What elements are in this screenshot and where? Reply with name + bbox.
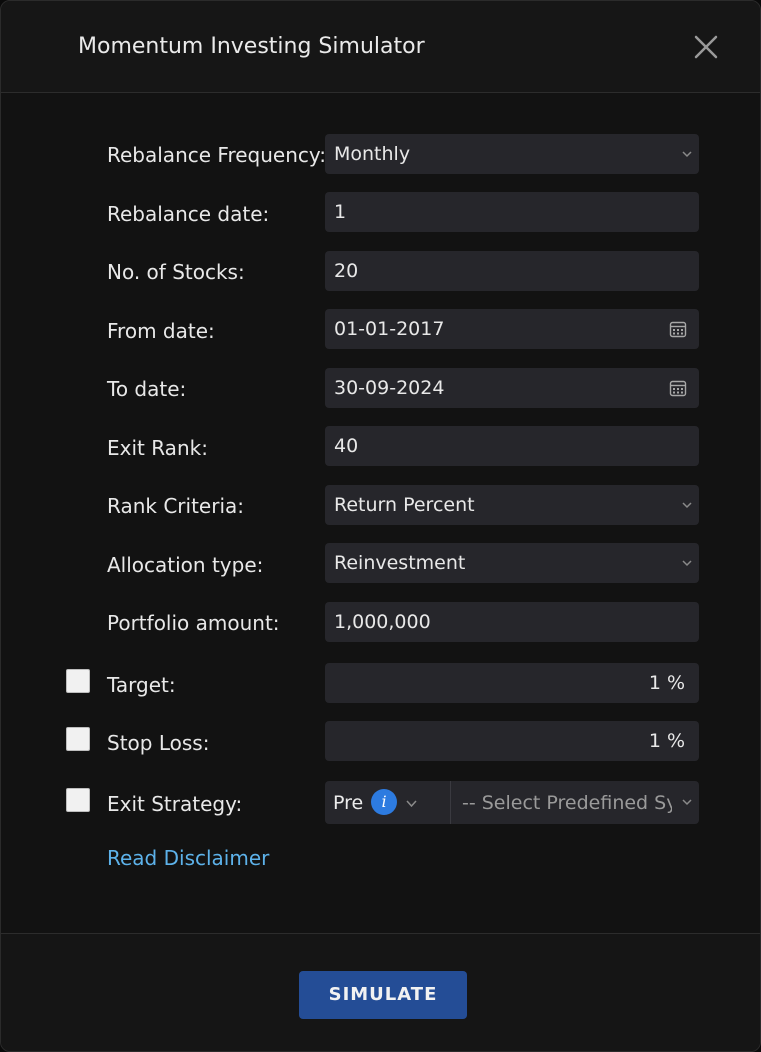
- allocation-type-value: Reinvestment: [334, 552, 466, 574]
- rank-criteria-select[interactable]: Return Percent: [325, 485, 699, 525]
- target-value: 1 %: [648, 672, 685, 694]
- from-date-value: 01-01-2017: [334, 318, 445, 340]
- chevron-down-icon: [682, 560, 692, 567]
- calendar-icon[interactable]: [669, 320, 687, 338]
- calendar-icon[interactable]: [669, 379, 687, 397]
- chevron-down-icon: [682, 151, 692, 158]
- to-date-label: To date:: [107, 377, 187, 401]
- simulator-modal: Momentum Investing Simulator Rebalance F…: [0, 0, 761, 1052]
- rebalance-frequency-select[interactable]: Monthly: [325, 134, 699, 174]
- portfolio-amount-label: Portfolio amount:: [107, 611, 280, 635]
- rank-criteria-value: Return Percent: [334, 494, 475, 516]
- rank-criteria-label: Rank Criteria:: [107, 494, 244, 518]
- target-input[interactable]: 1 %: [325, 663, 699, 703]
- from-date-label: From date:: [107, 319, 215, 343]
- modal-footer: SIMULATE: [1, 933, 760, 1051]
- num-stocks-value: 20: [334, 260, 359, 282]
- portfolio-amount-value: 1,000,000: [334, 611, 431, 633]
- rebalance-frequency-label: Rebalance Frequency:: [107, 143, 327, 167]
- exit-rank-label: Exit Rank:: [107, 436, 208, 460]
- stop-loss-label: Stop Loss:: [107, 731, 210, 755]
- chevron-down-icon: [682, 502, 692, 509]
- modal-header: Momentum Investing Simulator: [1, 1, 760, 93]
- exit-strategy-controls: Pre i -- Select Predefined System --: [325, 781, 699, 824]
- target-label: Target:: [107, 673, 176, 697]
- modal-title: Momentum Investing Simulator: [78, 34, 425, 59]
- stop-loss-value: 1 %: [648, 730, 685, 752]
- rebalance-frequency-value: Monthly: [334, 143, 411, 165]
- allocation-type-label: Allocation type:: [107, 553, 264, 577]
- exit-mode-select[interactable]: Pre i: [325, 781, 451, 824]
- rebalance-date-value: 1: [334, 201, 347, 223]
- allocation-type-select[interactable]: Reinvestment: [325, 543, 699, 583]
- read-disclaimer-link[interactable]: Read Disclaimer: [107, 846, 269, 870]
- chevron-down-icon: [682, 799, 692, 806]
- num-stocks-input[interactable]: 20: [325, 251, 699, 291]
- exit-rank-value: 40: [334, 435, 359, 457]
- portfolio-amount-input[interactable]: 1,000,000: [325, 602, 699, 642]
- to-date-input[interactable]: 30-09-2024: [325, 368, 699, 408]
- rebalance-date-input[interactable]: 1: [325, 192, 699, 232]
- from-date-input[interactable]: 01-01-2017: [325, 309, 699, 349]
- target-checkbox[interactable]: [66, 669, 90, 693]
- predefined-system-placeholder: -- Select Predefined System --: [462, 792, 672, 814]
- rebalance-date-label: Rebalance date:: [107, 202, 270, 226]
- exit-mode-value: Pre: [333, 792, 364, 814]
- exit-strategy-label: Exit Strategy:: [107, 792, 243, 816]
- exit-strategy-checkbox[interactable]: [66, 788, 90, 812]
- stop-loss-checkbox[interactable]: [66, 727, 90, 751]
- predefined-system-select[interactable]: -- Select Predefined System --: [452, 781, 699, 824]
- to-date-value: 30-09-2024: [334, 377, 445, 399]
- close-icon[interactable]: [691, 32, 721, 62]
- simulate-button[interactable]: SIMULATE: [299, 971, 467, 1019]
- exit-rank-input[interactable]: 40: [325, 426, 699, 466]
- stop-loss-input[interactable]: 1 %: [325, 721, 699, 761]
- info-icon[interactable]: i: [371, 789, 397, 815]
- chevron-down-icon: [406, 800, 417, 808]
- num-stocks-label: No. of Stocks:: [107, 260, 245, 284]
